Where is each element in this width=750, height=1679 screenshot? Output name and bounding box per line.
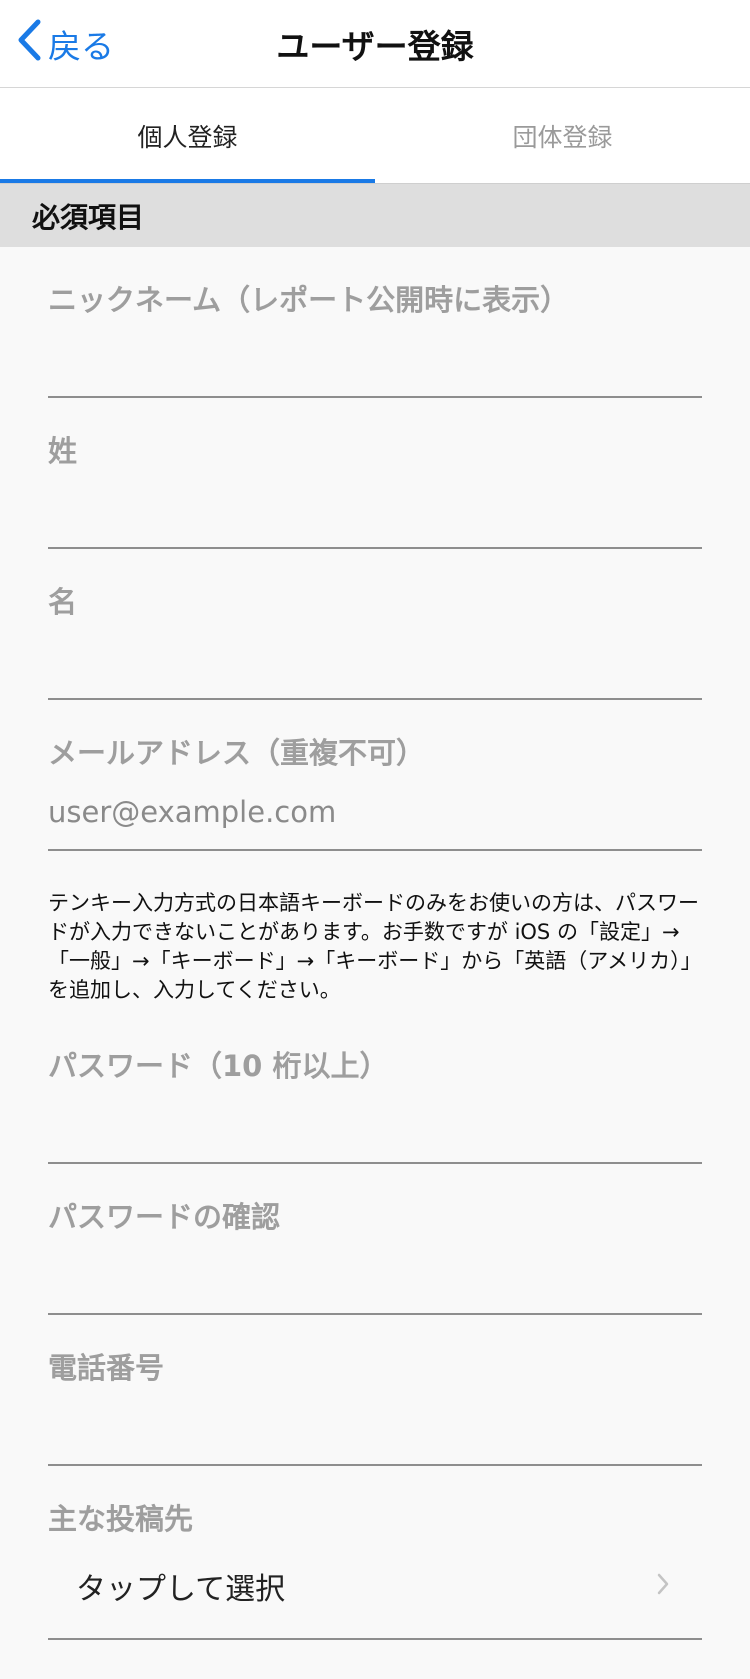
- chevron-left-icon: [16, 19, 42, 69]
- password-confirm-input[interactable]: [48, 1251, 702, 1301]
- registration-form: ニックネーム（レポート公開時に表示） 姓 名 メールアドレス（重複不可） テンキ…: [0, 247, 750, 1640]
- password-input[interactable]: [48, 1100, 702, 1150]
- email-field-group: メールアドレス（重複不可）: [48, 700, 702, 851]
- registration-tabs: 個人登録 団体登録: [0, 88, 750, 184]
- password-confirm-field-group: パスワードの確認: [48, 1164, 702, 1315]
- chevron-right-icon: [656, 1572, 670, 1600]
- nickname-field-group: ニックネーム（レポート公開時に表示）: [48, 247, 702, 398]
- post-destination-value: タップして選択: [76, 1572, 286, 1607]
- back-label: 戻る: [48, 27, 114, 66]
- post-destination-select[interactable]: タップして選択: [48, 1546, 702, 1626]
- post-destination-field-group: 主な投稿先 タップして選択: [48, 1466, 702, 1640]
- last-name-label: 姓: [48, 434, 78, 468]
- post-destination-label: 主な投稿先: [48, 1502, 194, 1536]
- first-name-label: 名: [48, 585, 78, 619]
- keyboard-note: テンキー入力方式の日本語キーボードのみをお使いの方は、パスワードが入力できないこ…: [48, 891, 702, 1002]
- email-label: メールアドレス（重複不可）: [48, 736, 426, 770]
- last-name-input[interactable]: [48, 485, 702, 535]
- phone-input[interactable]: [48, 1402, 702, 1452]
- last-name-field-group: 姓: [48, 398, 702, 549]
- password-label: パスワード（10 桁以上）: [48, 1049, 389, 1083]
- first-name-input[interactable]: [48, 636, 702, 686]
- section-header-required: 必須項目: [0, 184, 750, 247]
- phone-field-group: 電話番号: [48, 1315, 702, 1466]
- password-confirm-label: パスワードの確認: [48, 1200, 281, 1234]
- email-input[interactable]: [48, 787, 702, 837]
- first-name-field-group: 名: [48, 549, 702, 700]
- nickname-input[interactable]: [48, 334, 702, 384]
- back-button[interactable]: 戻る: [16, 0, 114, 88]
- tab-organization[interactable]: 団体登録: [375, 88, 750, 183]
- tab-individual[interactable]: 個人登録: [0, 88, 375, 183]
- nickname-label: ニックネーム（レポート公開時に表示）: [48, 283, 570, 317]
- password-field-group: パスワード（10 桁以上）: [48, 1013, 702, 1164]
- phone-label: 電話番号: [48, 1351, 165, 1385]
- navigation-bar: 戻る ユーザー登録: [0, 0, 750, 88]
